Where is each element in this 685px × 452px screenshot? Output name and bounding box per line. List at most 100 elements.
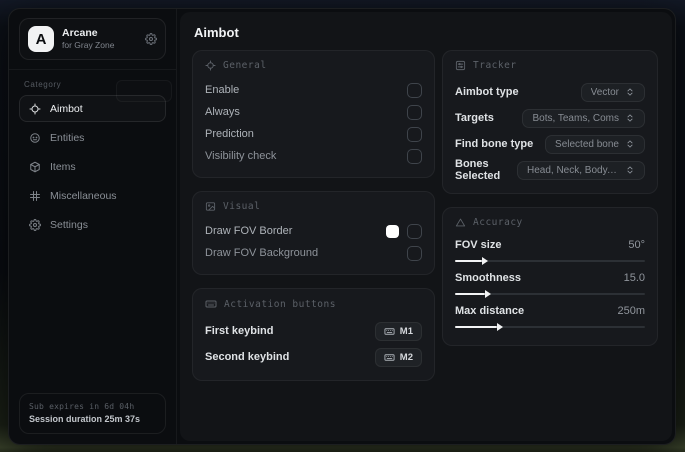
dropdown-value: Head, Neck, Body, Pe.. (527, 164, 619, 176)
targets-dropdown[interactable]: Bots, Teams, Coms (522, 108, 645, 128)
setting-row-draw-fov-background: Draw FOV Background (205, 242, 422, 264)
crosshair-icon (29, 103, 41, 115)
tracker-card: Tracker Aimbot type Vector Targets Bots,… (442, 50, 658, 194)
app-logo: A (28, 26, 54, 52)
card-title: Visual (223, 201, 261, 212)
visual-card: Visual Draw FOV Border Draw FOV Backgrou… (192, 191, 435, 275)
sidebar-item-settings[interactable]: Settings (19, 211, 166, 238)
card-title: Activation buttons (224, 298, 336, 310)
grid-icon (29, 190, 41, 202)
first-keybind-button[interactable]: M1 (374, 321, 422, 341)
find-bone-type-dropdown[interactable]: Selected bone (545, 134, 645, 154)
sidebar-item-label: Entities (50, 131, 85, 144)
setting-label: Draw FOV Border (205, 225, 293, 237)
sidebar-item-miscellaneous[interactable]: Miscellaneous (19, 182, 166, 209)
slider-fill[interactable] (455, 257, 488, 265)
dropdown-value: Vector (590, 86, 619, 98)
general-card: General Enable Always Prediction Visibil… (192, 50, 435, 178)
slider-fill[interactable] (455, 290, 492, 298)
image-icon (205, 201, 216, 212)
always-checkbox[interactable] (407, 104, 422, 120)
setting-label: First keybind (205, 325, 274, 337)
setting-row-always: Always (205, 101, 422, 123)
dropdown-value: Selected bone (555, 138, 619, 150)
draw-fov-background-checkbox[interactable] (407, 245, 422, 261)
max-distance-slider-group: Max distance 250m (455, 302, 645, 331)
setting-label: Draw FOV Background (205, 247, 319, 259)
slider-fill[interactable] (455, 323, 503, 331)
setting-row-visibility-check: Visibility check (205, 145, 422, 167)
smoothness-slider[interactable] (455, 290, 645, 298)
keyboard-icon (384, 326, 395, 337)
keybind-value: M2 (399, 351, 413, 363)
setting-row-second-keybind: Second keybind M2 (205, 344, 422, 370)
setting-label: Always (205, 106, 240, 118)
visibility-check-checkbox[interactable] (407, 148, 422, 164)
sidebar-item-label: Settings (50, 218, 88, 231)
keybind-value: M1 (399, 325, 413, 337)
chevrons-up-down-icon (625, 165, 635, 175)
setting-label: Visibility check (205, 150, 277, 162)
activation-buttons-card: Activation buttons First keybind M1 Seco… (192, 288, 435, 381)
chevrons-up-down-icon (625, 87, 635, 97)
menu-window: A Arcane for Gray Zone Category Aimbot E… (8, 8, 676, 445)
setting-row-find-bone-type: Find bone type Selected bone (455, 131, 645, 157)
brand-card: A Arcane for Gray Zone (19, 18, 166, 60)
keyboard-icon (205, 298, 217, 310)
card-title: Accuracy (473, 217, 523, 228)
sidebar-divider (9, 69, 176, 70)
chevrons-up-down-icon (625, 113, 635, 123)
setting-row-prediction: Prediction (205, 123, 422, 145)
sidebar-item-items[interactable]: Items (19, 153, 166, 180)
setting-label: FOV size (455, 239, 502, 251)
triangle-icon (455, 217, 466, 228)
setting-label: Prediction (205, 128, 254, 140)
setting-row-enable: Enable (205, 79, 422, 101)
cube-icon (29, 161, 41, 173)
session-duration-text: Session duration 25m 37s (29, 413, 141, 424)
chevrons-up-down-icon (625, 139, 635, 149)
setting-row-aimbot-type: Aimbot type Vector (455, 79, 645, 105)
setting-row-draw-fov-border: Draw FOV Border (205, 220, 422, 242)
card-title: General (223, 60, 267, 71)
dropdown-value: Bots, Teams, Coms (532, 112, 619, 124)
setting-row-targets: Targets Bots, Teams, Coms (455, 105, 645, 131)
setting-row-bones-selected: Bones Selected Head, Neck, Body, Pe.. (455, 157, 645, 183)
gear-icon[interactable] (145, 33, 157, 45)
subscription-info: Sub expires in 6d 04h Session duration 2… (19, 392, 166, 434)
slider-value: 250m (617, 305, 645, 317)
second-keybind-button[interactable]: M2 (374, 347, 422, 367)
watermark-ghost (116, 80, 172, 102)
fov-border-color-swatch[interactable] (386, 224, 399, 238)
draw-fov-border-checkbox[interactable] (407, 223, 422, 239)
setting-row-first-keybind: First keybind M1 (205, 318, 422, 344)
main-panel: Aimbot General Enable Always Prediction … (180, 12, 672, 441)
sub-expires-text: Sub expires in 6d 04h (29, 401, 135, 411)
slider-value: 50° (628, 239, 645, 251)
setting-label: Enable (205, 84, 240, 96)
keyboard-icon (384, 352, 395, 363)
setting-label: Targets (455, 112, 494, 124)
setting-label: Find bone type (455, 138, 534, 150)
setting-label: Aimbot type (455, 86, 519, 98)
aimbot-type-dropdown[interactable]: Vector (580, 82, 645, 102)
setting-label: Second keybind (205, 351, 290, 363)
sliders-icon (455, 60, 466, 71)
bones-selected-dropdown[interactable]: Head, Neck, Body, Pe.. (517, 160, 645, 180)
page-title: Aimbot (194, 25, 239, 40)
prediction-checkbox[interactable] (407, 126, 422, 142)
accuracy-card: Accuracy FOV size 50° Smoothness 15.0 Ma… (442, 207, 658, 346)
max-distance-slider[interactable] (455, 323, 645, 331)
fov-size-slider-group: FOV size 50° (455, 236, 645, 265)
sidebar-item-label: Items (50, 160, 76, 173)
app-name: Arcane (62, 27, 98, 40)
sidebar-item-label: Miscellaneous (50, 189, 117, 202)
sidebar-item-entities[interactable]: Entities (19, 124, 166, 151)
entities-icon (29, 132, 41, 144)
fov-size-slider[interactable] (455, 257, 645, 265)
crosshair-icon (205, 60, 216, 71)
enable-checkbox[interactable] (407, 82, 422, 98)
smoothness-slider-group: Smoothness 15.0 (455, 269, 645, 298)
setting-label: Smoothness (455, 272, 522, 284)
slider-value: 15.0 (623, 272, 645, 284)
